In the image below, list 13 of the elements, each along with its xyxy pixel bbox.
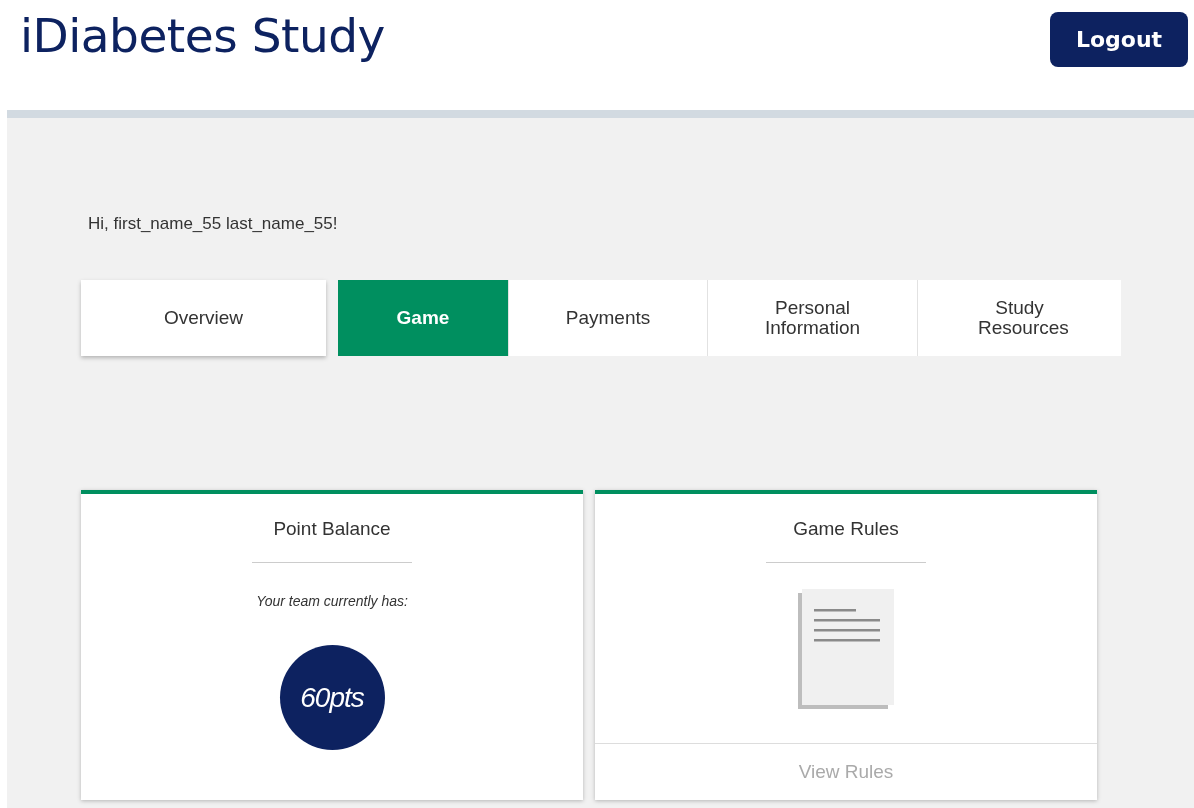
- tab[interactable]: Personal Information: [707, 280, 917, 356]
- tab[interactable]: Overview: [81, 280, 326, 356]
- card-subtitle: Your team currently has:: [256, 593, 408, 609]
- card-title: Point Balance: [273, 518, 391, 540]
- tab[interactable]: Study Resources: [917, 280, 1121, 356]
- document-icon: [798, 589, 894, 709]
- tab[interactable]: Game: [338, 280, 508, 356]
- tab[interactable]: Payments: [508, 280, 707, 356]
- logout-button[interactable]: Logout: [1050, 12, 1188, 67]
- site-title: iDiabetes Study: [20, 8, 385, 63]
- points-badge: 60pts: [279, 645, 385, 750]
- card-title: Game Rules: [793, 518, 899, 540]
- greeting-text: Hi, first_name_55 last_name_55!: [87, 214, 339, 234]
